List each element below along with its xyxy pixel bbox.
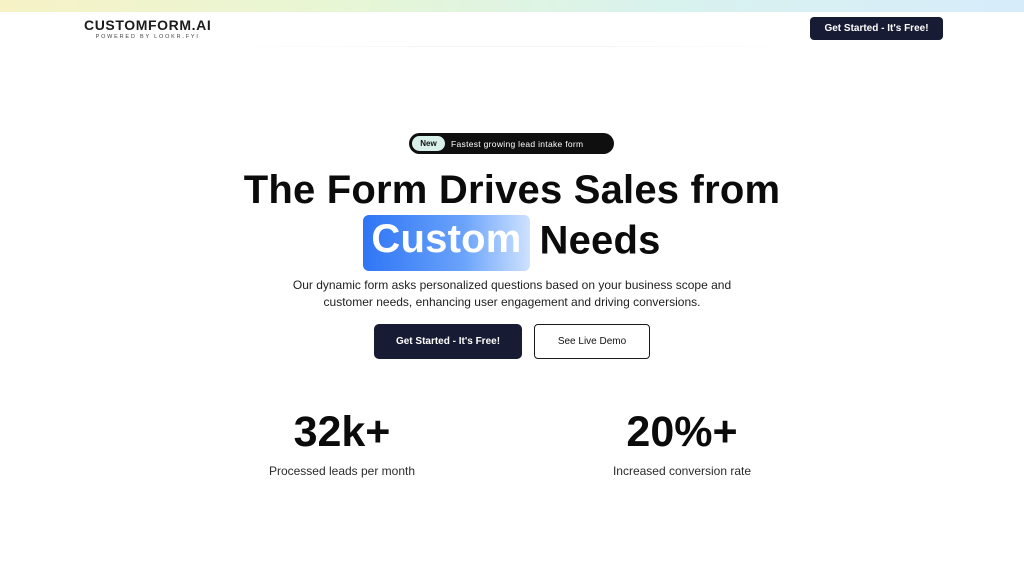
badge-text: Fastest growing lead intake form xyxy=(451,138,584,149)
new-pill: New xyxy=(412,136,445,151)
stat-conversion: 20%+ Increased conversion rate xyxy=(552,408,812,478)
see-live-demo-button[interactable]: See Live Demo xyxy=(534,324,650,359)
stat-label: Increased conversion rate xyxy=(612,464,752,478)
get-started-button[interactable]: Get Started - It's Free! xyxy=(374,324,522,359)
stat-leads: 32k+ Processed leads per month xyxy=(212,408,472,478)
subtitle-line-2: customer needs, enhancing user engagemen… xyxy=(323,295,701,309)
brand-name: CUSTOMFORM.AI xyxy=(84,17,212,33)
headline-highlight: Custom xyxy=(363,215,530,271)
headline-line-1: The Form Drives Sales from xyxy=(243,168,781,212)
headline-line-2: Custom Needs xyxy=(0,215,1024,271)
hero-subtitle: Our dynamic form asks personalized quest… xyxy=(0,277,1024,311)
header-divider xyxy=(220,46,804,47)
stat-label: Processed leads per month xyxy=(268,464,416,478)
top-gradient-bar xyxy=(0,0,1024,12)
brand-tagline: POWERED BY LOOKR.FYI xyxy=(95,34,200,40)
brand-logo[interactable]: CUSTOMFORM.AI POWERED BY LOOKR.FYI xyxy=(84,17,211,40)
announcement-badge: New Fastest growing lead intake form xyxy=(409,133,614,154)
stat-value: 20%+ xyxy=(626,408,738,456)
header-get-started-button[interactable]: Get Started - It's Free! xyxy=(810,17,943,40)
stat-value: 32k+ xyxy=(293,408,391,456)
subtitle-line-1: Our dynamic form asks personalized quest… xyxy=(292,278,732,292)
headline-rest: Needs xyxy=(539,218,661,263)
